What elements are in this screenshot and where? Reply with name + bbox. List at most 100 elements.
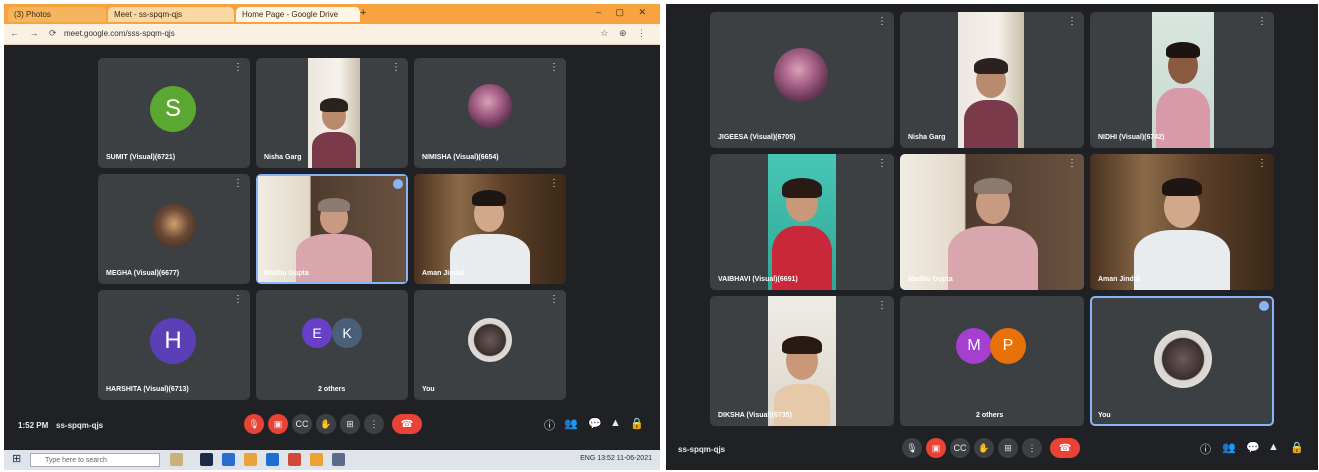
participant-tile[interactable]: ⋮ NIMISHA (Visual)(6654) — [414, 58, 566, 168]
browser-tab-meet[interactable]: Meet - ss-spqm-qjs — [108, 7, 234, 22]
more-options-icon[interactable]: ⋮ — [549, 295, 559, 305]
lock-icon[interactable]: 🔒 — [1290, 441, 1304, 454]
end-call-button[interactable]: ☎ — [392, 414, 422, 434]
avatar — [152, 204, 196, 248]
participant-tile[interactable]: ⋮ Aman Jindal — [1090, 154, 1274, 290]
taskbar-app-icon[interactable] — [222, 453, 235, 466]
activities-icon[interactable]: ▲ — [610, 417, 621, 429]
new-tab-button[interactable]: + — [360, 7, 366, 19]
nav-buttons[interactable]: ← → ⟳ — [10, 28, 61, 39]
participant-tile-speaking[interactable]: Madhu Gupta — [256, 174, 408, 284]
taskbar-app-icon[interactable] — [266, 453, 279, 466]
camera-button[interactable]: ▣ — [926, 438, 946, 458]
chat-icon[interactable]: 💬 — [588, 417, 602, 430]
taskbar-app-icon[interactable] — [200, 453, 213, 466]
system-tray[interactable]: ENG 13:52 11-06-2021 — [580, 455, 652, 462]
phone-icon: ☎ — [400, 418, 414, 430]
more-options-icon[interactable]: ⋮ — [877, 159, 887, 169]
info-icon[interactable]: ⓘ — [1200, 441, 1211, 457]
present-icon: ⊞ — [346, 418, 354, 429]
info-icon[interactable]: ⓘ — [544, 417, 555, 433]
participant-tile[interactable]: ⋮ JIGEESA (Visual)(6705) — [710, 12, 894, 148]
mic-button[interactable]: 🎙 — [244, 414, 264, 434]
browser-tab-drive[interactable]: Home Page - Google Drive — [236, 7, 360, 22]
participant-name: You — [422, 386, 435, 393]
raise-hand-button[interactable]: ✋ — [316, 414, 336, 434]
participant-name: 2 others — [976, 412, 1004, 419]
participant-tile-self[interactable]: ⋮ You — [414, 290, 566, 400]
taskbar-app-icon[interactable] — [170, 453, 183, 466]
participant-video — [1152, 12, 1214, 148]
taskbar-app-icon[interactable] — [244, 453, 257, 466]
participant-tile-others[interactable]: E K 2 others — [256, 290, 408, 400]
more-options-icon[interactable]: ⋮ — [1067, 17, 1077, 27]
participant-tile[interactable]: ⋮ DIKSHA (Visual)(6735) — [710, 296, 894, 426]
more-options-icon[interactable]: ⋮ — [549, 63, 559, 73]
more-options-icon[interactable]: ⋮ — [549, 179, 559, 189]
more-options-icon[interactable]: ⋮ — [233, 295, 243, 305]
more-options-icon[interactable]: ⋮ — [391, 63, 401, 73]
people-icon[interactable]: 👥 — [564, 417, 578, 430]
end-call-button[interactable]: ☎ — [1050, 438, 1080, 458]
participant-tile[interactable]: ⋮ NIDHI (Visual)(6742) — [1090, 12, 1274, 148]
more-options-icon[interactable]: ⋮ — [1257, 159, 1267, 169]
participant-name: DIKSHA (Visual)(6735) — [718, 412, 792, 419]
present-button[interactable]: ⊞ — [998, 438, 1018, 458]
participant-tile-others[interactable]: M P 2 others — [900, 296, 1084, 426]
present-button[interactable]: ⊞ — [340, 414, 360, 434]
meeting-code: ss-spqm-qjs — [56, 421, 104, 430]
more-options-button[interactable]: ⋮ — [364, 414, 384, 434]
raise-hand-button[interactable]: ✋ — [974, 438, 994, 458]
avatar: E — [302, 318, 332, 348]
participant-name: NIDHI (Visual)(6742) — [1098, 134, 1165, 141]
taskbar-app-icon[interactable] — [310, 453, 323, 466]
participant-tile[interactable]: ⋮ Nisha Garg — [900, 12, 1084, 148]
present-icon: ⊞ — [1004, 442, 1012, 453]
participant-tile[interactable]: H ⋮ HARSHITA (Visual)(6713) — [98, 290, 250, 400]
participant-tile[interactable]: ⋮ VAIBHAVI (Visual)(6691) — [710, 154, 894, 290]
participant-video — [768, 154, 836, 290]
browser-tab-photos[interactable]: (3) Photos — [8, 7, 106, 22]
more-options-icon[interactable]: ⋮ — [233, 179, 243, 189]
camera-button[interactable]: ▣ — [268, 414, 288, 434]
lock-icon[interactable]: 🔒 — [630, 417, 644, 430]
participant-name: VAIBHAVI (Visual)(6691) — [718, 276, 798, 283]
participant-name: MEGHA (Visual)(6677) — [106, 270, 180, 277]
participant-tile[interactable]: ⋮ Nisha Garg — [256, 58, 408, 168]
pin-icon[interactable] — [1259, 301, 1269, 311]
participant-tile[interactable]: ⋮ Aman Jindal — [414, 174, 566, 284]
phone-icon: ☎ — [1058, 442, 1072, 454]
more-options-icon[interactable]: ⋮ — [233, 63, 243, 73]
activities-icon[interactable]: ▲ — [1268, 441, 1279, 453]
windows-taskbar: ⊞ Type here to search ENG 13:52 11-06-20… — [4, 450, 660, 470]
captions-button[interactable]: CC — [292, 414, 312, 434]
participant-tile-self[interactable]: You — [1090, 296, 1274, 426]
address-bar: ← → ⟳ meet.google.com/sss-spqm-qjs ☆ ⊕ ⋮ — [4, 24, 660, 45]
browser-tab-bar: (3) Photos Meet - ss-spqm-qjs Home Page … — [4, 4, 660, 24]
pin-icon[interactable] — [393, 179, 403, 189]
taskbar-app-icon[interactable] — [288, 453, 301, 466]
mic-button[interactable]: 🎙 — [902, 438, 922, 458]
participant-tile[interactable]: ⋮ Madhu Gupta — [900, 154, 1084, 290]
address-bar-icons[interactable]: ☆ ⊕ ⋮ — [600, 28, 650, 39]
window-controls[interactable]: – ▢ ✕ — [596, 7, 652, 18]
url-field[interactable]: meet.google.com/sss-spqm-qjs — [64, 29, 175, 38]
more-options-icon[interactable]: ⋮ — [1067, 159, 1077, 169]
meeting-time: 1:52 PM — [18, 421, 49, 430]
taskbar-search[interactable]: Type here to search — [30, 453, 160, 467]
more-options-icon[interactable]: ⋮ — [877, 17, 887, 27]
start-icon[interactable]: ⊞ — [12, 452, 21, 465]
taskbar-app-icon[interactable] — [332, 453, 345, 466]
more-options-icon[interactable]: ⋮ — [877, 301, 887, 311]
hand-icon: ✋ — [320, 418, 332, 429]
participant-tile[interactable]: S ⋮ SUMIT (Visual)(6721) — [98, 58, 250, 168]
avatar: K — [332, 318, 362, 348]
captions-button[interactable]: CC — [950, 438, 970, 458]
more-options-button[interactable]: ⋮ — [1022, 438, 1042, 458]
people-icon[interactable]: 👥 — [1222, 441, 1236, 454]
more-options-icon[interactable]: ⋮ — [1257, 17, 1267, 27]
right-meet-window: ⋮ JIGEESA (Visual)(6705) ⋮ Nisha Garg ⋮ … — [666, 4, 1318, 470]
captions-icon: CC — [953, 443, 967, 453]
participant-tile[interactable]: ⋮ MEGHA (Visual)(6677) — [98, 174, 250, 284]
chat-icon[interactable]: 💬 — [1246, 441, 1260, 454]
